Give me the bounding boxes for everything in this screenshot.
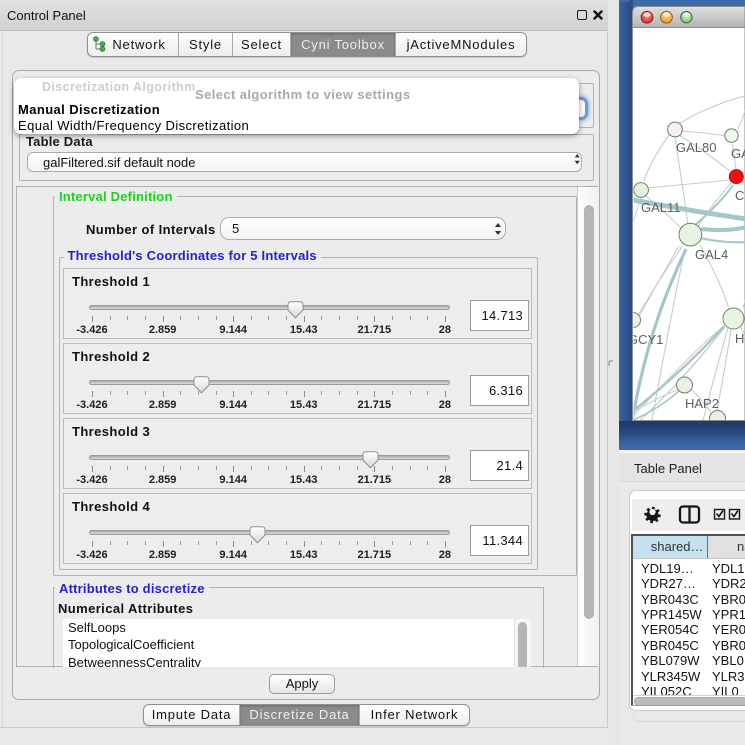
- svg-text:GAL4: GAL4: [695, 247, 728, 262]
- svg-text:GA: GA: [731, 146, 745, 161]
- svg-text:C: C: [735, 188, 744, 203]
- svg-text:GAL80: GAL80: [676, 140, 716, 155]
- svg-text:GAL11: GAL11: [641, 200, 681, 215]
- svg-text:HAP2: HAP2: [685, 396, 719, 411]
- svg-text:H: H: [735, 331, 744, 346]
